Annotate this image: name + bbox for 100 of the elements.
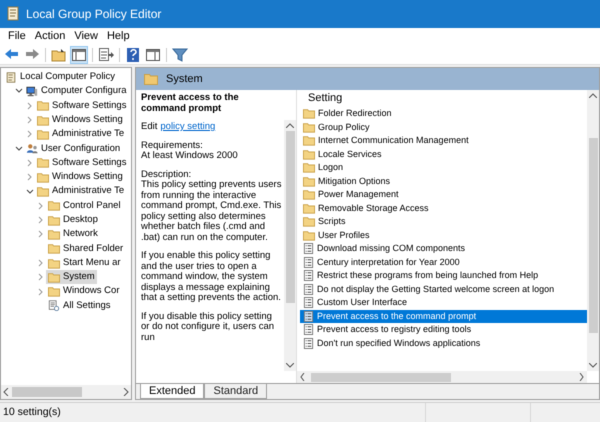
- scroll-right-icon[interactable]: [123, 388, 129, 396]
- list-row[interactable]: Century interpretation for Year 2000: [300, 256, 587, 269]
- policy-setting-icon: [303, 270, 314, 282]
- user-icon: [26, 143, 38, 154]
- list-row[interactable]: Download missing COM components: [300, 242, 587, 256]
- computer-icon: [26, 86, 38, 97]
- list-row[interactable]: Prevent access to registry editing tools: [300, 323, 587, 336]
- scrollbar-thumb[interactable]: [311, 372, 451, 382]
- tab[interactable]: Extended: [140, 384, 204, 399]
- collapsed-chevron-icon[interactable]: [27, 173, 33, 182]
- scroll-icon: [6, 6, 20, 22]
- tree-item[interactable]: Control Panel: [46, 198, 123, 213]
- list-row[interactable]: Don't run specified Windows applications: [300, 336, 587, 350]
- policy-setting-icon: [303, 243, 314, 254]
- scroll-right-icon[interactable]: [579, 373, 584, 381]
- folder-icon: [303, 148, 315, 160]
- list-row[interactable]: Logon: [300, 161, 587, 174]
- vertical-scrollbar[interactable]: [284, 120, 296, 371]
- tree-item[interactable]: Desktop: [46, 212, 100, 228]
- horizontal-scrollbar[interactable]: [297, 371, 587, 383]
- scrollbar-thumb[interactable]: [12, 387, 82, 397]
- description-text: If you enable this policy setting and the user tries to open a command window, the system displays a message explaining that a setting prevents the action.: [141, 251, 282, 304]
- tab[interactable]: Standard: [204, 384, 268, 399]
- expanded-chevron-icon[interactable]: [26, 188, 34, 195]
- tree-item[interactable]: Software Settings: [35, 156, 128, 170]
- tree-item[interactable]: Administrative Te: [35, 184, 126, 199]
- collapsed-chevron-icon[interactable]: [38, 230, 44, 238]
- column-header[interactable]: Setting: [300, 90, 587, 107]
- tree-item[interactable]: All Settings: [46, 298, 113, 314]
- collapsed-chevron-icon[interactable]: [38, 288, 44, 296]
- collapsed-chevron-icon[interactable]: [27, 102, 33, 110]
- tree-item[interactable]: Local Computer Policy: [3, 70, 118, 84]
- description-text: Description: This policy setting prevents users from running the interactive command prompt, Cmd.exe. This policy setting also determines whether batch files (.cmd and .bat) can run on the computer.: [141, 170, 282, 243]
- scroll-down-icon[interactable]: [589, 363, 597, 368]
- collapsed-chevron-icon[interactable]: [38, 216, 44, 224]
- scroll-icon: [5, 72, 17, 83]
- policy-setting-icon: [303, 297, 314, 308]
- collapsed-chevron-icon[interactable]: [38, 202, 44, 210]
- menu-item[interactable]: Action: [30, 28, 70, 45]
- folder-icon: [303, 202, 315, 214]
- tree-item[interactable]: Start Menu ar: [46, 256, 123, 270]
- folder-icon: [37, 157, 49, 168]
- collapsed-chevron-icon[interactable]: [38, 273, 44, 282]
- tree-item[interactable]: System: [46, 270, 97, 284]
- expanded-chevron-icon[interactable]: [15, 146, 23, 152]
- scroll-down-icon[interactable]: [286, 363, 294, 368]
- tree-item[interactable]: Network: [46, 227, 100, 242]
- tree-item[interactable]: Windows Setting: [35, 112, 125, 128]
- list-row[interactable]: Do not display the Getting Started welcome screen at logon: [300, 282, 587, 296]
- folder-icon: [37, 114, 49, 126]
- tree-item[interactable]: Windows Cor: [46, 284, 122, 299]
- help-icon[interactable]: [124, 46, 142, 64]
- list-row[interactable]: Group Policy: [300, 120, 587, 134]
- scroll-up-icon[interactable]: [286, 123, 294, 128]
- tree-item[interactable]: Computer Configura: [24, 84, 129, 99]
- tree-item[interactable]: Windows Setting: [35, 170, 125, 184]
- list-row[interactable]: User Profiles: [300, 228, 587, 242]
- tree-item[interactable]: Software Settings: [35, 98, 128, 113]
- tree-item[interactable]: Administrative Te: [35, 127, 126, 142]
- scrollbar-thumb[interactable]: [286, 131, 294, 303]
- horizontal-scrollbar[interactable]: [1, 385, 131, 399]
- export-list-icon[interactable]: [97, 46, 115, 64]
- menu-item[interactable]: Help: [102, 28, 134, 45]
- list-row[interactable]: Removable Storage Access: [300, 202, 587, 215]
- list-row[interactable]: Internet Communication Management: [300, 134, 587, 148]
- policy-title: Prevent access to the command prompt: [141, 93, 240, 114]
- policy-setting-icon: [303, 310, 314, 322]
- scroll-up-icon[interactable]: [589, 93, 597, 98]
- expanded-chevron-icon[interactable]: [15, 88, 23, 94]
- list-row[interactable]: Prevent access to the command prompt: [300, 310, 587, 323]
- folder-icon: [303, 122, 315, 133]
- collapsed-chevron-icon[interactable]: [27, 158, 33, 167]
- list-row[interactable]: Mitigation Options: [300, 174, 587, 188]
- collapsed-chevron-icon[interactable]: [27, 116, 33, 124]
- tree-item[interactable]: User Configuration: [24, 142, 122, 156]
- scrollbar-thumb[interactable]: [588, 138, 598, 333]
- pane-title: System: [166, 72, 203, 87]
- collapsed-chevron-icon[interactable]: [38, 259, 44, 267]
- list-row[interactable]: Locale Services: [300, 148, 587, 161]
- scroll-left-icon[interactable]: [3, 388, 9, 396]
- collapsed-chevron-icon[interactable]: [27, 130, 33, 138]
- list-row[interactable]: Folder Redirection: [300, 107, 587, 120]
- folder-icon: [48, 200, 60, 212]
- scroll-left-icon[interactable]: [300, 373, 305, 381]
- list-row[interactable]: Power Management: [300, 188, 587, 202]
- menu-item[interactable]: View: [70, 28, 102, 45]
- menu-item[interactable]: File: [4, 28, 30, 45]
- vertical-scrollbar[interactable]: [587, 90, 599, 371]
- status-text: 10 setting(s): [2, 404, 62, 420]
- tree-pane-icon[interactable]: [70, 46, 88, 64]
- tree-item[interactable]: Shared Folder: [46, 242, 126, 256]
- folder-icon: [48, 228, 60, 240]
- list-row[interactable]: Restrict these programs from being launched from Help: [300, 269, 587, 282]
- settings-list-icon: [48, 300, 60, 312]
- list-row[interactable]: Custom User Interface: [300, 296, 587, 310]
- policy-setting-link[interactable]: policy setting: [160, 122, 216, 132]
- policy-setting-icon: [303, 256, 314, 268]
- folder-icon: [37, 172, 49, 183]
- list-row[interactable]: Scripts: [300, 215, 587, 228]
- folder-icon: [144, 73, 158, 85]
